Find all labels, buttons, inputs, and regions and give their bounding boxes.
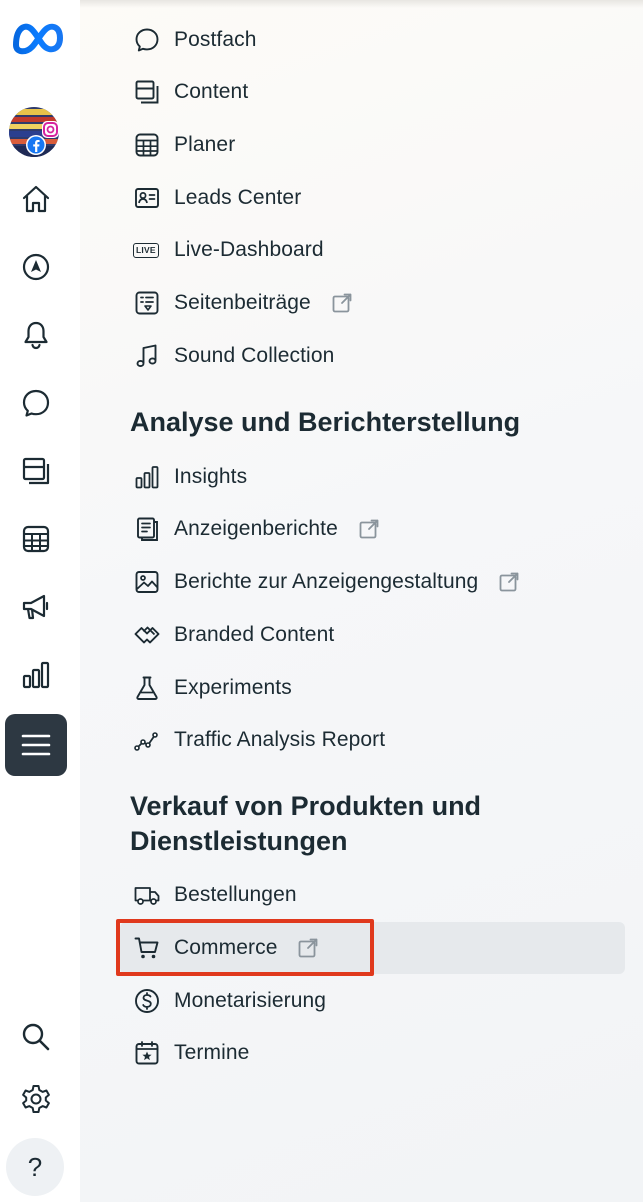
all-tools-panel: Postfach Content Planer Leads Center LIV…: [80, 0, 643, 1202]
account-avatar[interactable]: [9, 106, 63, 158]
rail-content-button[interactable]: [7, 442, 65, 500]
menu-item-label: Leads Center: [174, 186, 302, 209]
menu-item-sound-collection[interactable]: Sound Collection: [120, 330, 625, 382]
chat-bubble-icon: [120, 26, 174, 54]
top-divider: [80, 0, 643, 8]
live-badge-icon: LIVE: [120, 242, 174, 258]
rail-planner-button[interactable]: [7, 510, 65, 568]
section-title-sales: Verkauf von Produkten und Dienstleistung…: [130, 791, 482, 856]
rail-all-tools-button[interactable]: [5, 714, 67, 776]
hamburger-menu-icon: [21, 734, 51, 756]
menu-item-label: Termine: [174, 1041, 250, 1064]
menu-item-label: Anzeigenberichte: [174, 517, 338, 540]
external-link-icon: [498, 571, 520, 593]
calendar-star-icon: [120, 1039, 174, 1067]
help-icon: ?: [27, 1151, 43, 1182]
menu-item-label: Insights: [174, 465, 248, 488]
menu-item-label: Live-Dashboard: [174, 238, 324, 261]
rail-navigate-button[interactable]: [7, 238, 65, 296]
live-badge: LIVE: [133, 242, 159, 258]
menu-item-label: Experiments: [174, 676, 292, 699]
menu-item-termine[interactable]: Termine: [120, 1027, 625, 1079]
meta-logo-icon: [13, 23, 63, 55]
menu-item-label: Branded Content: [174, 623, 335, 646]
rail-settings-button[interactable]: [7, 1070, 65, 1128]
menu-item-content[interactable]: Content: [120, 66, 625, 118]
bar-chart-icon: [120, 463, 174, 491]
bar-chart-icon: [22, 661, 50, 689]
menu-item-seitenbeitraege[interactable]: Seitenbeiträge: [120, 277, 625, 329]
menu-item-traffic-analysis-report[interactable]: Traffic Analysis Report: [120, 714, 625, 766]
menu-item-label: Content: [174, 80, 249, 103]
calendar-grid-icon: [120, 131, 174, 159]
menu-item-label: Sound Collection: [174, 344, 335, 367]
menu-item-postfach[interactable]: Postfach: [120, 14, 625, 66]
megaphone-icon: [22, 594, 49, 620]
menu-item-planer[interactable]: Planer: [120, 119, 625, 171]
menu-item-live-dashboard[interactable]: LIVE Live-Dashboard: [120, 224, 625, 276]
menu-item-experiments[interactable]: Experiments: [120, 662, 625, 714]
rail-home-button[interactable]: [7, 170, 65, 228]
menu-item-label: Monetarisierung: [174, 989, 327, 1012]
menu-item-bestellungen[interactable]: Bestellungen: [120, 869, 625, 921]
handshake-icon: [120, 621, 174, 649]
meta-logo[interactable]: [10, 18, 66, 56]
menu-item-insights[interactable]: Insights: [120, 451, 625, 503]
menu-item-leads-center[interactable]: Leads Center: [120, 172, 625, 224]
content-stack-icon: [120, 78, 174, 106]
chat-bubble-icon: [22, 389, 50, 417]
trend-line-icon: [120, 726, 174, 754]
menu-item-label: Berichte zur Anzeigengestaltung: [174, 570, 479, 593]
contact-card-icon: [120, 184, 174, 212]
page-posts-icon: [120, 289, 174, 317]
external-link-icon: [331, 292, 353, 314]
image-icon: [120, 568, 174, 596]
report-doc-icon: [120, 515, 174, 543]
menu-item-label: Planer: [174, 133, 236, 156]
rail-help-button[interactable]: ?: [6, 1138, 64, 1196]
rail-inbox-button[interactable]: [7, 374, 65, 432]
gear-icon: [22, 1085, 50, 1113]
compass-icon: [22, 253, 50, 281]
menu-item-label: Seitenbeiträge: [174, 291, 311, 314]
menu-item-branded-content[interactable]: Branded Content: [120, 609, 625, 661]
avatar: [9, 107, 59, 157]
home-icon: [22, 185, 50, 213]
menu-item-anzeigenberichte[interactable]: Anzeigenberichte: [120, 503, 625, 555]
bell-icon: [24, 321, 48, 350]
menu-item-monetarisierung[interactable]: Monetarisierung: [120, 975, 625, 1027]
rail-insights-button[interactable]: [7, 646, 65, 704]
left-rail: ?: [0, 0, 80, 1202]
section-title-analysis: Analyse und Berichterstellung: [130, 407, 521, 437]
external-link-icon: [358, 518, 380, 540]
truck-icon: [120, 881, 174, 909]
menu-item-label: Bestellungen: [174, 883, 297, 906]
menu-item-label: Postfach: [174, 28, 257, 51]
rail-search-button[interactable]: [7, 1008, 65, 1066]
highlight-box-commerce: [116, 919, 374, 976]
menu-item-berichte-anzeigengestaltung[interactable]: Berichte zur Anzeigengestaltung: [120, 556, 625, 608]
menu-item-label: Traffic Analysis Report: [174, 728, 386, 751]
dollar-circle-icon: [120, 987, 174, 1015]
calendar-grid-icon: [22, 525, 50, 553]
rail-ads-button[interactable]: [7, 578, 65, 636]
content-stack-icon: [22, 457, 50, 485]
search-icon: [22, 1023, 50, 1051]
flask-icon: [120, 674, 174, 702]
music-note-icon: [120, 342, 174, 370]
rail-notifications-button[interactable]: [7, 306, 65, 364]
